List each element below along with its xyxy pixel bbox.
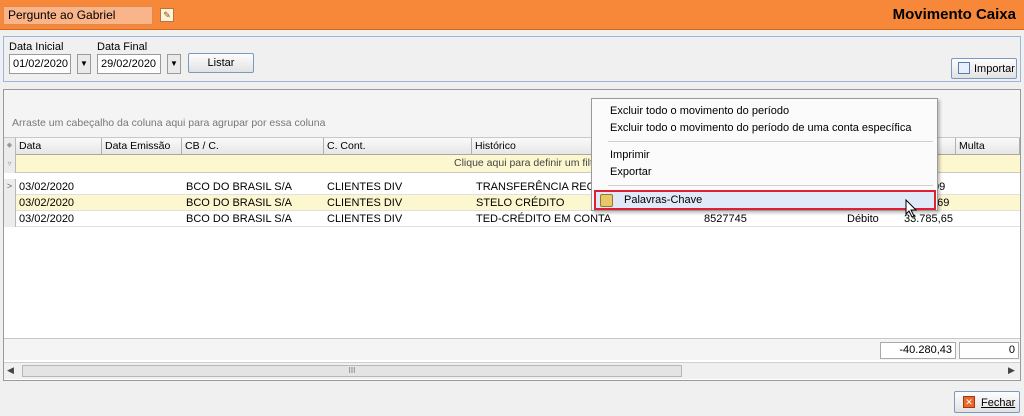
menu-item-delete-period-account[interactable]: Excluir todo o movimento do período de u… [594,119,935,137]
cell-data: 03/02/2020 [19,213,75,225]
scroll-right-icon[interactable]: ▶ [1008,365,1015,376]
cell-c-cont: CLIENTES DIV [327,181,403,193]
chevron-down-icon: ▼ [80,59,88,68]
list-button[interactable]: Listar [188,53,254,73]
end-date-label: Data Final [97,41,148,53]
cell-documento: 8527745 [704,213,747,225]
scroll-thumb[interactable]: III [22,365,682,377]
context-menu: Excluir todo o movimento do período Excl… [591,98,938,211]
total-multa: 0 [959,342,1019,359]
menu-item-keywords-label: Palavras-Chave [624,194,703,206]
filter-hint: Clique aqui para definir um filtro [454,157,603,169]
ask-gabriel-input[interactable]: Pergunte ao Gabriel [3,6,153,25]
mouse-cursor-icon [905,199,918,218]
cell-c-cont: CLIENTES DIV [327,213,403,225]
table-row[interactable]: 03/02/2020 BCO DO BRASIL S/A CLIENTES DI… [4,211,1020,227]
cell-cb: BCO DO BRASIL S/A [186,197,292,209]
chevron-down-icon: ▼ [170,59,178,68]
scroll-left-icon[interactable]: ◀ [7,365,14,376]
end-date-dropdown[interactable]: ▼ [167,54,181,74]
menu-item-keywords[interactable]: Palavras-Chave [594,190,936,210]
menu-item-print[interactable]: Imprimir [594,146,935,164]
group-hint: Arraste um cabeçalho da coluna aqui para… [12,117,326,129]
filter-icon: ▿ [4,155,16,173]
total-value: -40.280,43 [880,342,956,359]
row-indicator [4,211,16,227]
horizontal-scrollbar[interactable]: ◀ III ▶ [4,362,1020,379]
row-indicator [4,195,16,211]
header-indicator: ◆ [4,138,16,155]
start-date-dropdown[interactable]: ▼ [77,54,91,74]
cell-tipo: Débito [847,213,879,225]
close-icon: ✕ [963,396,975,408]
cell-cb: BCO DO BRASIL S/A [186,181,292,193]
filter-panel: Data Inicial 01/02/2020 ▼ Data Final 29/… [3,36,1021,82]
end-date-input[interactable]: 29/02/2020 [97,54,161,74]
close-button[interactable]: ✕ Fechar [954,391,1020,413]
cell-data: 03/02/2020 [19,197,75,209]
page-title: Movimento Caixa [892,6,1016,23]
menu-item-delete-period[interactable]: Excluir todo o movimento do período [594,102,935,120]
menu-separator [608,141,933,142]
col-c-cont[interactable]: C. Cont. [324,138,472,155]
cell-historico: TED-CRÉDITO EM CONTA [476,213,612,225]
cell-data: 03/02/2020 [19,181,75,193]
menu-item-export[interactable]: Exportar [594,163,935,181]
cell-historico: TRANSFERÊNCIA RECEB [476,181,610,193]
col-data-emissao[interactable]: Data Emissão [102,138,182,155]
current-row-icon: > [4,179,16,195]
col-data[interactable]: Data [16,138,102,155]
keywords-icon [600,194,613,207]
col-multa[interactable]: Multa [956,138,1020,155]
col-cb[interactable]: CB / C. [182,138,324,155]
title-bar: Pergunte ao Gabriel ✎ Movimento Caixa [0,0,1024,30]
cell-historico: STELO CRÉDITO [476,197,565,209]
import-icon [958,62,970,74]
import-label: Importar [974,63,1015,75]
close-label: Fechar [981,397,1016,409]
summary-row: -40.280,43 0 [4,338,1020,360]
start-date-label: Data Inicial [9,41,64,53]
cell-cb: BCO DO BRASIL S/A [186,213,292,225]
menu-separator [608,185,933,186]
cell-c-cont: CLIENTES DIV [327,197,403,209]
import-button[interactable]: Importar [951,58,1017,79]
start-date-input[interactable]: 01/02/2020 [9,54,71,74]
edit-icon[interactable]: ✎ [160,8,174,22]
